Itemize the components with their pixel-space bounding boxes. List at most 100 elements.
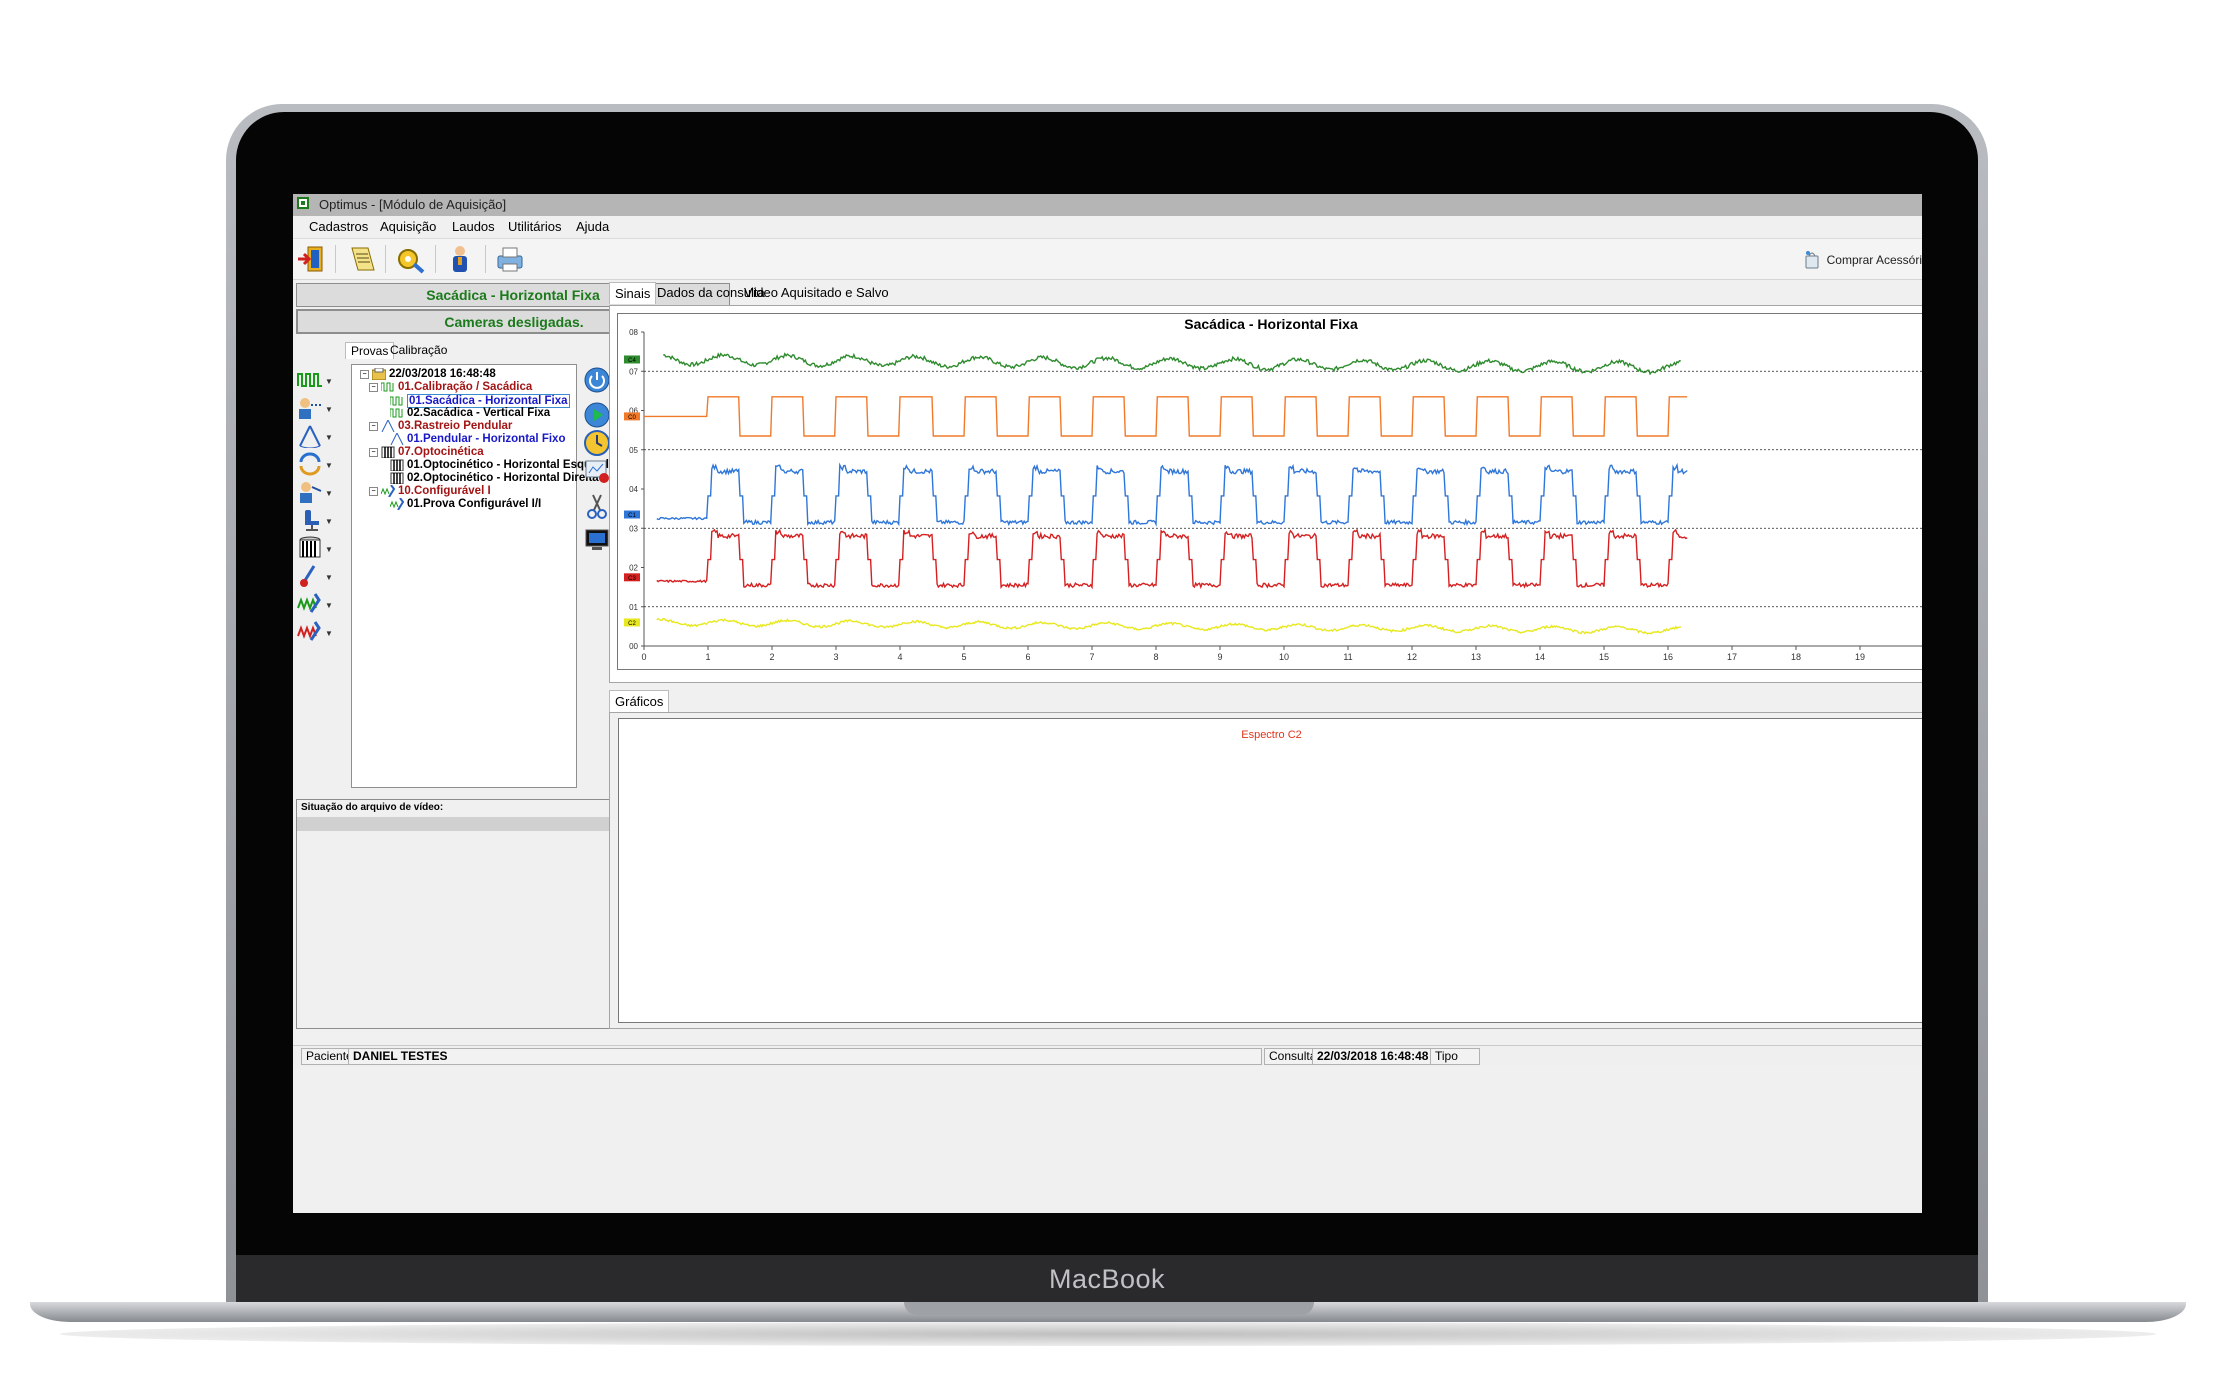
tree-item[interactable]: 01.Sacádica - Horizontal Fixa xyxy=(389,394,570,408)
tab-calibracao[interactable]: Calibração xyxy=(385,342,452,358)
play-icon xyxy=(583,401,611,432)
thermometer-tool[interactable]: ▼ xyxy=(297,562,335,592)
clock-icon xyxy=(583,429,611,460)
monitor-chart-button[interactable] xyxy=(582,457,612,487)
tree-item[interactable]: − 07.Optocinética xyxy=(369,446,484,459)
tree-item[interactable]: − 22/03/2018 16:48:48 xyxy=(360,367,496,381)
tab-graficos[interactable]: Gráficos xyxy=(609,690,670,712)
x-tick-label: 5 xyxy=(961,652,966,662)
collapse-icon[interactable]: − xyxy=(360,369,369,379)
menu-bar: Cadastros Aquisição Laudos Utilitários A… xyxy=(293,216,1922,239)
dropdown-arrow-icon: ▼ xyxy=(325,600,333,610)
x-tick-label: 18 xyxy=(1791,652,1801,662)
toolbar-separator xyxy=(485,245,486,273)
collapse-icon[interactable]: − xyxy=(369,447,378,457)
wave-config-tool[interactable]: ▼ xyxy=(297,590,335,620)
tree-item[interactable]: 01.Pendular - Horizontal Fixo xyxy=(390,432,566,446)
square-wave-icon xyxy=(380,381,395,393)
tree-item-label: 03.Rastreio Pendular xyxy=(398,420,513,432)
power-button[interactable] xyxy=(582,366,612,396)
spectrum-chart-frame: Espectro C2 xyxy=(618,718,1922,1023)
collapse-icon[interactable]: − xyxy=(369,382,378,392)
tree-item[interactable]: 02.Sacádica - Vertical Fixa xyxy=(389,407,550,419)
status-bar: Paciente: DANIEL TESTES Consulta: 22/03/… xyxy=(293,1045,1922,1066)
spectrum-title: Espectro C2 xyxy=(1241,729,1302,741)
drum-stripes-icon xyxy=(390,459,404,472)
x-tick-label: 13 xyxy=(1471,652,1481,662)
menu-laudos[interactable]: Laudos xyxy=(452,219,495,234)
tab-video-aquisitado[interactable]: Vídeo Aquisitado e Salvo xyxy=(739,282,894,303)
person-look-tool[interactable]: ▼ xyxy=(297,478,335,508)
x-tick-label: 2 xyxy=(1921,652,1922,662)
series-line-c2 xyxy=(656,617,1682,635)
tree-item[interactable]: 01.Prova Configurável I/I xyxy=(389,497,542,511)
screen-button[interactable] xyxy=(582,526,612,556)
y-tick-label: 05 xyxy=(629,446,638,455)
series-tag-label: C0 xyxy=(628,415,636,421)
test-tree: − 22/03/2018 16:48:48 − 01.Calibração / … xyxy=(351,364,615,788)
y-tick-label: 04 xyxy=(629,485,638,494)
report-scroll-icon[interactable] xyxy=(345,243,379,275)
consulta-value: 22/03/2018 16:48:48 xyxy=(1312,1048,1434,1065)
printer-icon[interactable] xyxy=(493,243,527,275)
pendulum-triangle-icon xyxy=(381,419,395,433)
collapse-icon[interactable]: − xyxy=(369,421,378,431)
menu-ajuda[interactable]: Ajuda xyxy=(576,219,609,234)
dropdown-arrow-icon: ▼ xyxy=(325,460,333,470)
person-arrow-tool[interactable]: ▼ xyxy=(297,394,335,424)
user-person-icon[interactable] xyxy=(443,243,477,275)
series-tag-label: C1 xyxy=(628,513,636,519)
menu-aquisicao[interactable]: Aquisição xyxy=(380,219,436,234)
x-tick-label: 12 xyxy=(1407,652,1417,662)
play-button[interactable] xyxy=(582,401,612,431)
menu-cadastros[interactable]: Cadastros xyxy=(309,219,368,234)
x-tick-label: 3 xyxy=(833,652,838,662)
tree-item[interactable]: 02.Optocinético - Horizontal Direita xyxy=(390,472,599,485)
collapse-icon[interactable]: − xyxy=(369,486,378,496)
drum-stripes-tool[interactable]: ▼ xyxy=(297,534,335,564)
tab-sinais[interactable]: Sinais xyxy=(609,282,657,304)
tree-item[interactable]: − 10.Configurável I xyxy=(369,484,491,498)
square-wave-icon xyxy=(389,407,404,419)
rotation-tool[interactable]: ▼ xyxy=(297,450,335,480)
title-bar: Optimus - [Módulo de Aquisição] xyxy=(293,194,1922,216)
tree-item-label: 01.Pendular - Horizontal Fixo xyxy=(407,433,566,445)
x-tick-label: 17 xyxy=(1727,652,1737,662)
tree-item-label: 02.Optocinético - Horizontal Direita xyxy=(407,472,599,484)
scissors-button[interactable] xyxy=(582,492,612,522)
tree-item-label: 01.Prova Configurável I/I xyxy=(407,498,542,510)
tree-item-label: 01.Sacádica - Horizontal Fixa xyxy=(407,394,570,408)
square-wave-icon xyxy=(297,370,323,393)
series-tag-label: C4 xyxy=(628,358,636,364)
signals-panel: Sacádica - Horizontal Fixa 08 07 06 05 04 03 0… xyxy=(609,305,1922,683)
drum-stripes-icon xyxy=(381,446,395,459)
wave-config-icon xyxy=(389,497,405,511)
person-look-icon xyxy=(297,481,323,506)
spectrum-panel: Espectro C2 xyxy=(609,712,1922,1029)
clock-button[interactable] xyxy=(582,429,612,459)
dropdown-arrow-icon: ▼ xyxy=(325,572,333,582)
series-tag-label: C2 xyxy=(628,621,636,627)
pendulum-tool[interactable]: ▼ xyxy=(297,422,335,452)
x-tick-label: 15 xyxy=(1599,652,1609,662)
rotation-arrows-icon xyxy=(297,452,323,479)
tree-item[interactable]: − 03.Rastreio Pendular xyxy=(369,419,513,433)
menu-utilitarios[interactable]: Utilitários xyxy=(508,219,561,234)
tree-item[interactable]: − 01.Calibração / Sacádica xyxy=(369,381,532,393)
x-tick-label: 7 xyxy=(1089,652,1094,662)
wave-config-icon xyxy=(380,484,396,498)
series-line-c3 xyxy=(656,527,1688,590)
x-tick-label: 8 xyxy=(1153,652,1158,662)
dropdown-arrow-icon: ▼ xyxy=(325,544,333,554)
series-line-c0 xyxy=(644,396,1688,437)
buy-accessories-button[interactable]: Comprar Acessóri xyxy=(1803,249,1922,271)
exit-door-icon[interactable] xyxy=(295,243,329,275)
app-window: Optimus - [Módulo de Aquisição] Cadastro… xyxy=(293,194,1922,1213)
square-wave-tool[interactable]: ▼ xyxy=(297,366,335,396)
wave-config-red-tool[interactable]: ▼ xyxy=(297,618,335,648)
rotary-chair-tool[interactable]: ▼ xyxy=(297,506,335,536)
settings-gear-icon[interactable] xyxy=(393,243,427,275)
toolbar-separator xyxy=(435,245,436,273)
tree-item-label: 10.Configurável I xyxy=(398,485,491,497)
dropdown-arrow-icon: ▼ xyxy=(325,488,333,498)
